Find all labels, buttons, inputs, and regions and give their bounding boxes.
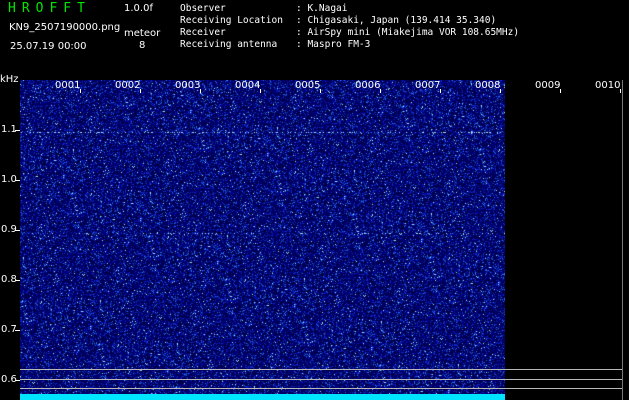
y-tick	[15, 280, 20, 281]
hour-tick	[380, 89, 381, 93]
hour-label: 0006	[355, 80, 381, 91]
hour-label: 0004	[235, 80, 261, 91]
hour-label: 0003	[175, 80, 201, 91]
hour-tick	[80, 89, 81, 93]
hour-label: 0001	[55, 80, 81, 91]
y-tick	[15, 180, 20, 181]
reference-line	[20, 388, 622, 389]
signal-baseline	[20, 394, 505, 400]
meteor-label: meteor	[124, 28, 161, 39]
hour-tick	[320, 89, 321, 93]
observation-labels: Observer Receiving Location Receiver Rec…	[180, 3, 283, 51]
hour-label: 0008	[475, 80, 501, 91]
receiver-value: : AirSpy mini (Miakejima VOR 108.65MHz)	[296, 27, 520, 38]
app-version: 1.0.0f	[124, 3, 153, 14]
time-axis: 0001 0002 0003 0004 0005 0006 0007 0008 …	[0, 80, 629, 94]
reference-line	[20, 379, 622, 380]
hour-tick	[260, 89, 261, 93]
observer-value: : K.Nagai	[296, 3, 348, 14]
location-value: : Chigasaki, Japan (139.414 35.340)	[296, 15, 497, 26]
hour-tick	[440, 89, 441, 93]
spectrogram-waterfall[interactable]	[20, 80, 505, 394]
hour-label: 0010	[595, 80, 621, 91]
reference-line	[20, 369, 622, 370]
file-timestamp: 25.07.19 00:00	[10, 41, 87, 52]
hour-tick	[560, 89, 561, 93]
hour-label: 0009	[535, 80, 561, 91]
location-label: Receiving Location	[180, 15, 283, 26]
y-tick	[15, 380, 20, 381]
hour-label: 0007	[415, 80, 441, 91]
antenna-value: : Maspro FM-3	[296, 39, 371, 50]
meteor-count: 8	[139, 40, 146, 51]
y-tick	[15, 330, 20, 331]
file-name: KN9_2507190000.png	[9, 22, 121, 33]
hour-tick	[620, 89, 621, 93]
hour-tick	[140, 89, 141, 93]
frequency-axis: 1.1 1.0 0.9 0.8 0.7 0.6	[0, 80, 20, 400]
receiver-label: Receiver	[180, 27, 226, 38]
app-title: HROFFT	[8, 1, 91, 16]
antenna-label: Receiving antenna	[180, 39, 278, 50]
observer-label: Observer	[180, 3, 226, 14]
y-tick	[15, 130, 20, 131]
hour-tick	[200, 89, 201, 93]
hour-label: 0005	[295, 80, 321, 91]
right-axis-line	[622, 80, 623, 400]
hour-label: 0002	[115, 80, 141, 91]
y-tick	[15, 230, 20, 231]
observation-values: : K.Nagai : Chigasaki, Japan (139.414 35…	[296, 3, 519, 51]
hour-tick	[500, 89, 501, 93]
